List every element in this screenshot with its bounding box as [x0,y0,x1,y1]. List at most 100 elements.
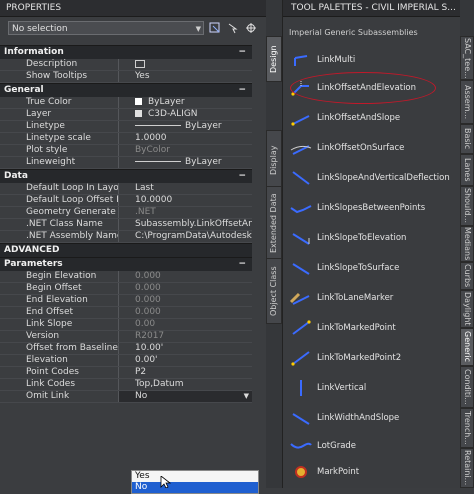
tab-trench[interactable]: Trench... [460,408,474,448]
collapse-icon[interactable]: − [238,84,246,97]
chevron-down-icon[interactable]: ▼ [244,391,249,402]
tab-conditional[interactable]: Conditi... [460,366,474,408]
tool-linkslopesbetweenpoints[interactable]: LinkSlopesBetweenPoints [287,196,461,220]
property-row[interactable]: Plot style ByColor [0,145,252,157]
link-width-slope-icon [287,406,315,430]
tool-lotgrade[interactable]: LotGrade [287,434,461,458]
link-slope-deflection-icon [287,166,315,190]
tab-daylight[interactable]: Daylight [460,290,474,328]
property-row[interactable]: Description [0,59,252,71]
property-row[interactable]: Offset from Baseline 10.00' [0,343,252,355]
property-row[interactable]: Linetype scale 1.0000 [0,133,252,145]
tool-palettes-title: TOOL PALETTES - CIVIL IMPERIAL S... [283,0,461,17]
selection-value: No selection [12,24,68,34]
link-lane-marker-icon [287,286,315,310]
section-general[interactable]: General − [0,83,252,97]
property-row[interactable]: Version R2017 [0,331,252,343]
tool-linkslopeandverticaldeflection[interactable]: LinkSlopeAndVerticalDeflection [287,166,461,190]
tab-retaining[interactable]: Retaini... [460,448,474,488]
properties-scrollbar[interactable] [252,45,264,485]
property-row[interactable]: Default Loop Offset In La...10.0000 [0,195,252,207]
selection-bar: No selection ▼ [0,17,266,39]
tool-linkoffsetonsurface[interactable]: LinkOffsetOnSurface [287,136,461,160]
link-slopes-between-icon [287,196,315,220]
select-objects-icon[interactable] [226,21,240,35]
tab-shoulders[interactable]: Should... [460,186,474,226]
omit-link-value: No [135,391,148,401]
link-marked-point-icon [287,316,315,340]
collapse-icon[interactable]: − [238,258,246,271]
mark-point-icon [287,460,315,484]
property-row[interactable]: End Offset 0.000 [0,307,252,319]
property-row[interactable]: .NET Assembly Name C:\ProgramData\Autodes… [0,231,252,243]
selection-dropdown[interactable]: No selection ▼ [8,21,204,35]
tool-linktolanemarker[interactable]: LinkToLaneMarker [287,286,461,310]
tool-linkslopetosurface[interactable]: LinkSlopeToSurface [287,256,461,280]
tab-sac-tee[interactable]: SAC_tee... [460,36,474,80]
linetype-preview [135,125,181,126]
dropdown-option-yes[interactable]: Yes [132,471,258,482]
tool-linktomarkedpoint[interactable]: LinkToMarkedPoint [287,316,461,340]
property-row[interactable]: Begin Offset 0.000 [0,283,252,295]
property-row[interactable]: True Color ByLayer [0,97,252,109]
tool-linkmulti[interactable]: LinkMulti [287,48,461,72]
link-offset-surface-icon [287,136,315,160]
section-parameters[interactable]: Parameters − [0,257,252,271]
tool-linkoffsetandslope[interactable]: LinkOffsetAndSlope [287,106,461,130]
property-row[interactable]: Lineweight ByLayer [0,157,252,169]
lot-grade-icon [287,434,315,458]
tab-extended-data[interactable]: Extended Data [266,186,282,260]
tool-linktomarkedpoint2[interactable]: LinkToMarkedPoint2 [287,346,461,370]
tool-linkslopetoelevation[interactable]: LinkSlopeToElevation [287,226,461,250]
tool-markpoint[interactable]: MarkPoint [287,460,461,484]
link-offset-slope-icon [287,106,315,130]
section-advanced[interactable]: ADVANCED [0,243,252,257]
mouse-cursor-icon [160,476,172,488]
layer-icon [135,110,142,117]
property-row[interactable]: Geometry Generate Mode.NET [0,207,252,219]
property-row[interactable]: Show Tooltips Yes [0,71,252,83]
toggle-pickadd-icon[interactable] [208,21,222,35]
tab-design[interactable]: Design [266,36,282,82]
tab-lanes[interactable]: Lanes [460,154,474,186]
link-slope-elevation-icon [287,226,315,250]
collapse-icon[interactable]: − [238,170,246,183]
omit-link-dropdown: Yes No [131,470,259,494]
palette-subtitle: Imperial Generic Subassemblies [289,28,418,37]
collapse-icon[interactable]: − [238,46,246,59]
section-data[interactable]: Data − [0,169,252,183]
properties-palette: PROPERTIES No selection ▼ Information − D… [0,0,267,494]
section-information[interactable]: Information − [0,45,252,59]
link-multi-icon [287,48,315,72]
tab-object-class[interactable]: Object Class [266,258,282,324]
highlight-ellipse [290,72,436,104]
omit-link-row[interactable]: Omit Link No ▼ [0,391,252,403]
color-swatch [135,98,142,105]
lineweight-preview [135,161,181,162]
property-row[interactable]: Default Loop In Layout M...Last [0,183,252,195]
tool-linkwidthandslope[interactable]: LinkWidthAndSlope [287,406,461,430]
tab-generic[interactable]: Generic [460,328,474,366]
property-row[interactable]: Link Codes Top,Datum [0,379,252,391]
chevron-down-icon: ▼ [195,25,201,33]
property-row[interactable]: Linetype ByLayer [0,121,252,133]
tool-palette-tabs: SAC_tee... Assem... Basic Lanes Should..… [460,0,474,488]
property-row[interactable]: .NET Class NameSubassembly.LinkOffsetAnd… [0,219,252,231]
link-vertical-icon [287,376,315,400]
property-row[interactable]: Layer C3D-ALIGN [0,109,252,121]
tool-linkvertical[interactable]: LinkVertical [287,376,461,400]
property-row[interactable]: Elevation 0.00' [0,355,252,367]
property-row[interactable]: Begin Elevation 0.000 [0,271,252,283]
property-row[interactable]: End Elevation 0.000 [0,295,252,307]
description-icon [135,59,145,68]
property-row[interactable]: Point Codes P2 [0,367,252,379]
quick-select-icon[interactable] [244,21,258,35]
link-marked-point2-icon [287,346,315,370]
tab-display[interactable]: Display [266,130,282,190]
tab-basic[interactable]: Basic [460,124,474,154]
tab-medians[interactable]: Medians [460,226,474,262]
property-row[interactable]: Link Slope 0.00 [0,319,252,331]
tab-assemblies[interactable]: Assem... [460,80,474,124]
link-slope-surface-icon [287,256,315,280]
tab-curbs[interactable]: Curbs [460,262,474,290]
